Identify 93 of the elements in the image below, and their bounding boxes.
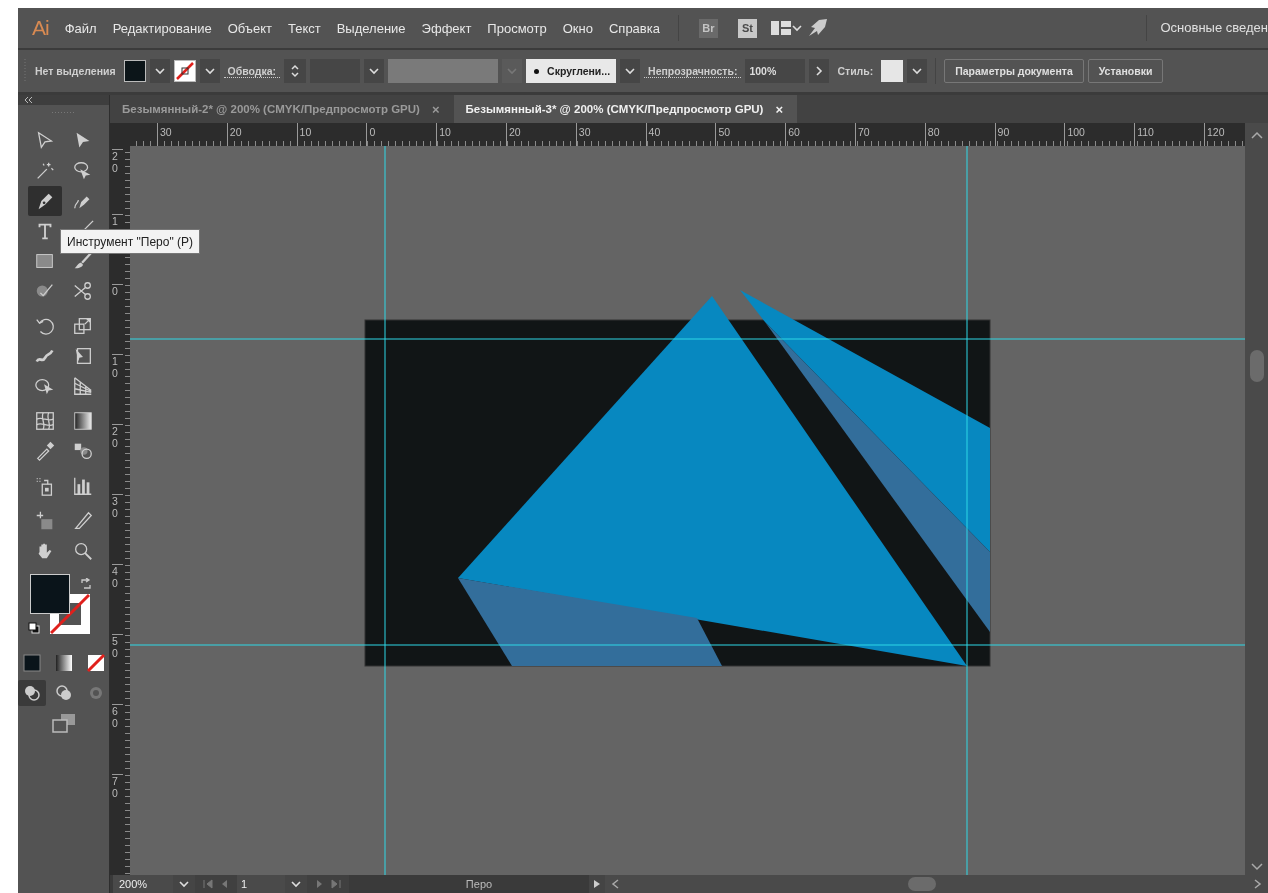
first-page-icon	[203, 879, 213, 889]
ruler-label: 0	[112, 284, 123, 298]
style-swatch[interactable]	[881, 60, 904, 82]
close-icon[interactable]: ×	[431, 101, 440, 117]
chevron-down-icon	[1250, 863, 1263, 871]
swap-arrows-icon	[79, 578, 92, 590]
menu-item[interactable]: Справка	[600, 20, 668, 36]
collapse-icon	[24, 97, 33, 103]
menu-item[interactable]: Просмотр	[479, 20, 555, 36]
tab-title: Безымянный-2* @ 200% (CMYK/Предпросмотр GPU)	[122, 103, 420, 115]
stroke-swatch[interactable]	[173, 60, 196, 82]
toolbar-button[interactable]: Установки	[1087, 59, 1164, 83]
opacity-slider-button[interactable]	[809, 59, 830, 83]
zoom-field[interactable]: 200%	[113, 875, 173, 893]
chevron-up-icon	[1250, 130, 1263, 139]
bar-chart-icon	[71, 475, 94, 497]
brush-chevron-button[interactable]	[620, 59, 641, 83]
scale-icon	[71, 315, 94, 337]
gradient-icon	[71, 410, 94, 432]
grip-icon	[51, 111, 76, 114]
workspace-switcher[interactable]: Основные сведен	[1145, 15, 1268, 41]
chevron-down-icon	[368, 65, 381, 77]
fill-color-swatch[interactable]	[29, 574, 70, 614]
chevron-left-icon	[611, 879, 619, 889]
fill-swatch[interactable]	[123, 60, 146, 82]
chevron-down-icon	[790, 22, 803, 34]
chevron-down-icon	[911, 65, 924, 77]
play-icon	[593, 879, 601, 889]
ruler-label: 10	[112, 354, 123, 380]
document-tab[interactable]: Безымянный-3* @ 200% (CMYK/Предпросмотр GPU) ×	[453, 95, 798, 123]
ruler-label: 20	[112, 424, 123, 450]
mesh-icon	[33, 410, 56, 432]
stock-button[interactable]: St	[737, 18, 757, 38]
stroke-label[interactable]: Обводка:	[223, 64, 281, 78]
tab-title: Безымянный-3* @ 200% (CMYK/Предпросмотр GPU)	[465, 103, 764, 115]
tool-button[interactable]	[27, 186, 62, 216]
brush-name: Скруглени...	[547, 65, 611, 77]
menu-item[interactable]: Текст	[279, 20, 329, 36]
opacity-label[interactable]: Непрозрачность:	[644, 64, 742, 78]
tooltip: Инструмент "Перо" (P)	[60, 229, 201, 254]
ruler-label: 60	[112, 704, 123, 730]
stroke-spinner[interactable]	[284, 59, 307, 83]
stroke-weight-dropdown[interactable]	[364, 59, 385, 83]
ruler-label: 40	[112, 564, 123, 590]
ruler-label: 30	[112, 494, 123, 520]
screens-icon	[50, 712, 77, 734]
none-swatch-icon	[84, 652, 107, 674]
status-text: Перо	[464, 877, 494, 892]
stroke-dropdown[interactable]	[199, 59, 220, 83]
ruler-label: 70	[112, 774, 123, 800]
menu-item[interactable]: Эффект	[413, 20, 480, 36]
default-colors-icon	[27, 622, 40, 634]
menu-item[interactable]: Редактирование	[104, 20, 220, 36]
menu-item[interactable]: Выделение	[328, 20, 414, 36]
chevron-down-icon	[624, 65, 637, 77]
close-icon[interactable]: ×	[775, 101, 784, 117]
page-dropdown[interactable]	[285, 875, 307, 893]
solid-color-icon	[20, 652, 43, 674]
scroll-thumb[interactable]	[1249, 350, 1264, 382]
chevron-down-icon	[178, 878, 190, 890]
chevron-down-icon	[153, 65, 166, 77]
ruler-label: 20	[112, 149, 123, 175]
layout-grid-icon	[770, 21, 791, 35]
selection-label: Нет выделения	[34, 65, 117, 77]
chevron-down-icon	[506, 65, 519, 77]
page-field[interactable]: 1	[237, 875, 285, 893]
style-label: Стиль:	[836, 65, 875, 77]
perspective-grid-icon	[71, 375, 94, 397]
last-page-icon	[331, 879, 341, 889]
screen-mode-button[interactable]	[50, 712, 77, 734]
chevron-right-icon	[814, 65, 825, 77]
no-stroke-icon	[174, 61, 195, 81]
opacity-field[interactable]: 100%	[745, 59, 806, 83]
chevron-down-icon	[290, 878, 302, 890]
brush-dot-icon	[534, 68, 540, 74]
draw-mode-button[interactable]	[17, 680, 46, 706]
app-logo: Ai	[32, 16, 49, 40]
menu-item[interactable]: Файл	[56, 20, 105, 36]
up-down-arrows-icon	[290, 63, 301, 79]
style-dropdown[interactable]	[907, 59, 928, 83]
ruler-label: 50	[112, 634, 123, 660]
menu-item[interactable]: Объект	[219, 20, 280, 36]
toolbar-button[interactable]: Параметры документа	[944, 59, 1084, 83]
brush-dropdown[interactable]: Скруглени...	[526, 59, 617, 83]
rocket-icon	[806, 18, 829, 38]
ruler-label: 1	[112, 214, 123, 228]
menu-item[interactable]: Окно	[554, 20, 601, 36]
fill-dropdown[interactable]	[149, 59, 170, 83]
chevron-right-icon	[1254, 879, 1262, 889]
status-menu-button[interactable]	[589, 875, 605, 893]
zoom-dropdown[interactable]	[173, 875, 195, 893]
scroll-thumb[interactable]	[908, 877, 936, 891]
chevron-down-icon	[203, 65, 216, 77]
